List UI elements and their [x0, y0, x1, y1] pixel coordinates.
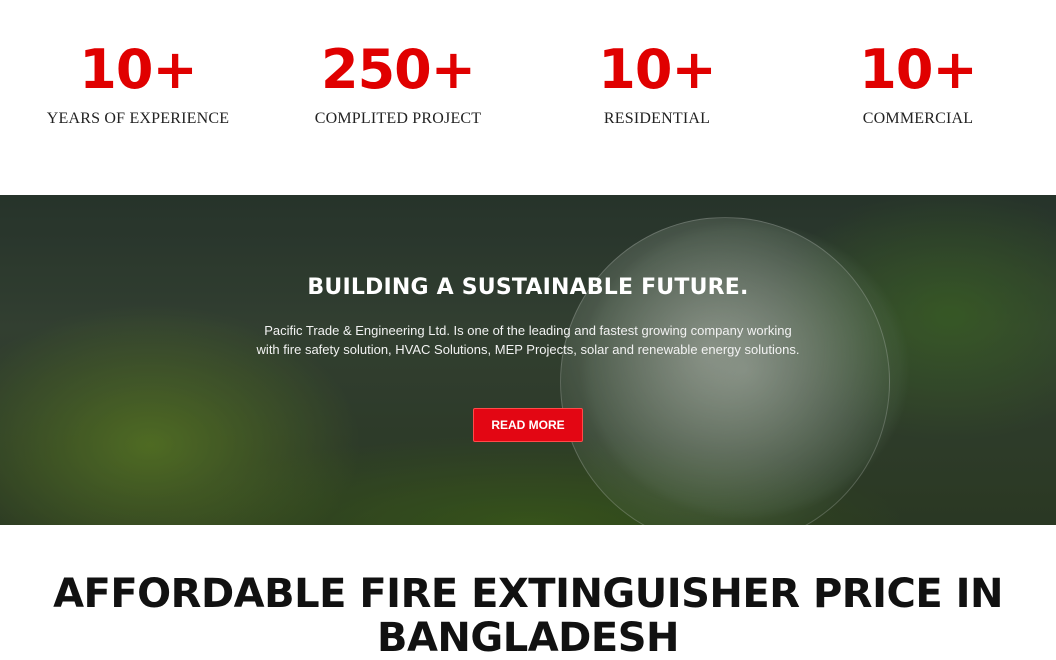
stat-number: 10+: [598, 38, 716, 101]
stat-years-experience: 10+ YEARS OF EXPERIENCE: [8, 38, 268, 128]
stat-completed-projects: 250+ COMPLITED PROJECT: [268, 38, 528, 128]
hero-description: Pacific Trade & Engineering Ltd. Is one …: [256, 323, 800, 357]
stat-label: RESIDENTIAL: [603, 110, 711, 127]
section-heading-line1: AFFORDABLE FIRE EXTINGUISHER PRICE IN: [53, 571, 1003, 617]
hero-title: BUILDING A SUSTAINABLE FUTURE.: [307, 275, 749, 300]
stat-label: YEARS OF EXPERIENCE: [46, 110, 230, 127]
stat-number: 10+: [79, 38, 197, 101]
stat-number: 10+: [859, 38, 977, 101]
section-heading: AFFORDABLE FIRE EXTINGUISHER PRICE IN BA…: [0, 572, 1056, 660]
read-more-button[interactable]: READ MORE: [473, 408, 583, 442]
hero-banner: BUILDING A SUSTAINABLE FUTURE. Pacific T…: [0, 195, 1056, 525]
hero-overlay: [0, 195, 1056, 525]
stats-section: 10+ YEARS OF EXPERIENCE 250+ COMPLITED P…: [0, 0, 1056, 195]
stat-number: 250+: [321, 38, 476, 101]
stat-label: COMMERCIAL: [862, 110, 974, 127]
stat-label: COMPLITED PROJECT: [314, 110, 482, 127]
stat-residential: 10+ RESIDENTIAL: [527, 38, 787, 128]
section-heading-line2: BANGLADESH: [376, 615, 680, 660]
stat-commercial: 10+ COMMERCIAL: [788, 38, 1048, 128]
